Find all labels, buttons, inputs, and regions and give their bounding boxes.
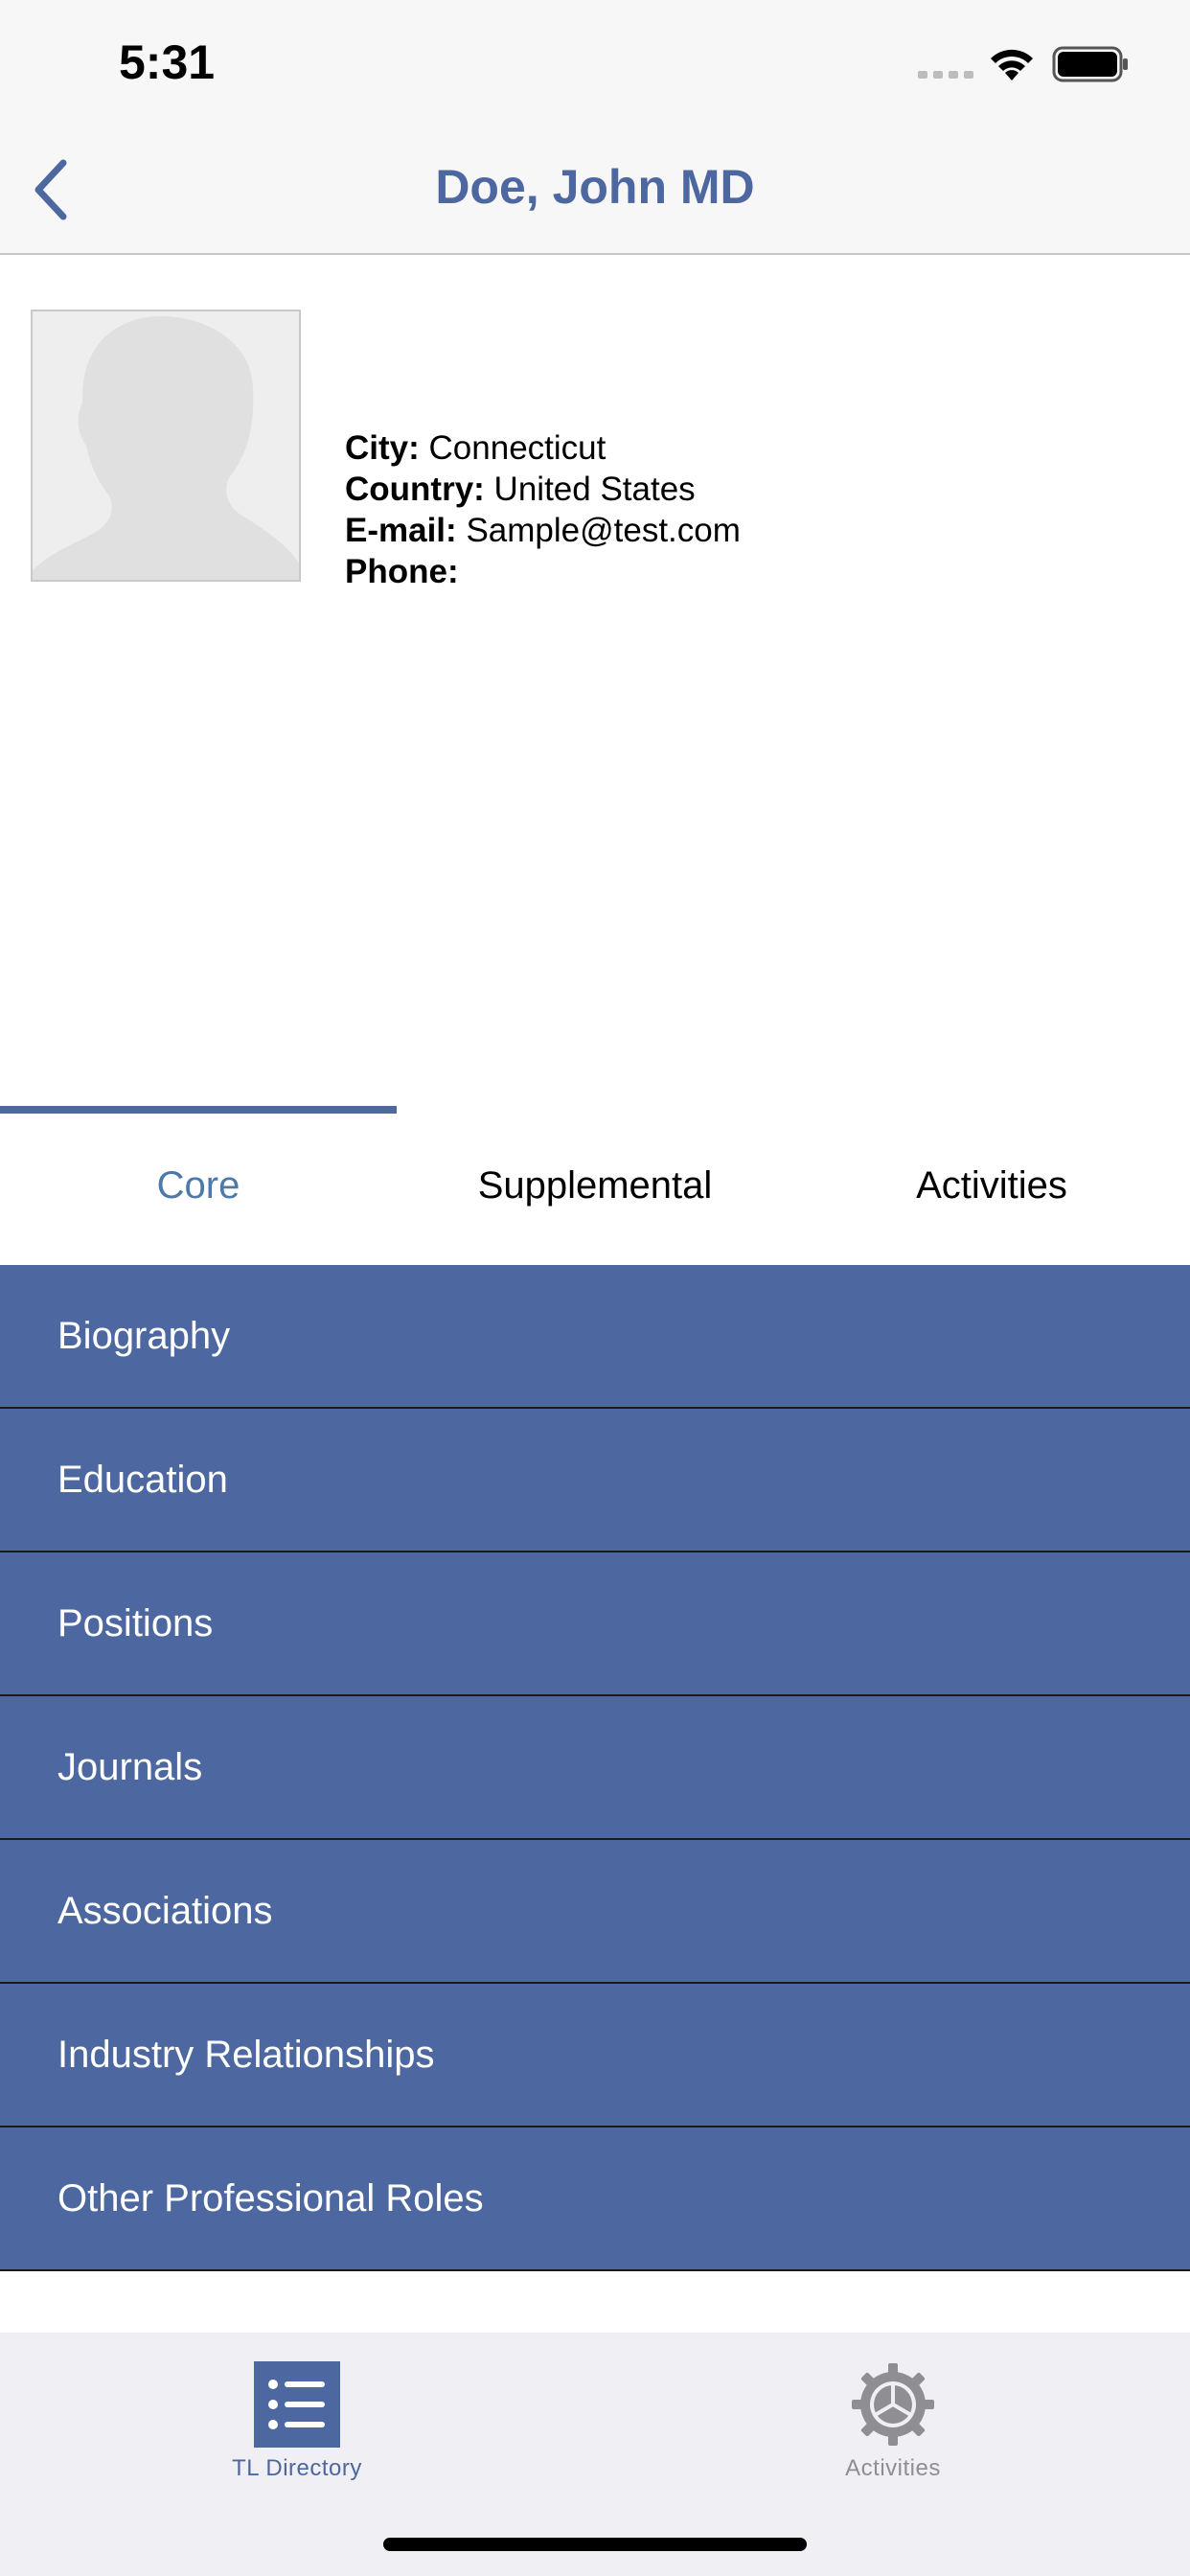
section-positions[interactable]: Positions	[0, 1552, 1190, 1696]
status-bar: 5:31	[0, 0, 1190, 126]
page-title: Doe, John MD	[435, 160, 755, 214]
field-label: Phone:	[345, 553, 459, 590]
field-value: United States	[493, 471, 696, 508]
section-list: Biography Education Positions Journals A…	[0, 1265, 1190, 2271]
battery-icon	[1052, 46, 1128, 82]
bottom-tab-bar: TL Directory Activities	[0, 2333, 1190, 2576]
cellular-signal-icon	[918, 71, 973, 79]
profile-city: City: Connecticut	[345, 427, 741, 469]
avatar	[31, 310, 301, 582]
section-other-professional-roles[interactable]: Other Professional Roles	[0, 2128, 1190, 2271]
bottom-tab-tl-directory[interactable]: TL Directory	[153, 2346, 441, 2490]
person-silhouette-icon	[33, 316, 299, 580]
profile-country: Country: United States	[345, 469, 741, 510]
wifi-icon	[991, 49, 1033, 80]
tab-core[interactable]: Core	[0, 1106, 397, 1265]
field-label: Country:	[345, 471, 485, 508]
section-education[interactable]: Education	[0, 1409, 1190, 1552]
field-label: E-mail:	[345, 512, 457, 549]
section-associations[interactable]: Associations	[0, 1840, 1190, 1984]
field-value[interactable]: Sample@test.com	[466, 512, 740, 549]
navigation-bar: Doe, John MD	[0, 126, 1190, 255]
profile-phone: Phone:	[345, 551, 741, 592]
profile-info: City: Connecticut Country: United States…	[345, 427, 741, 592]
section-industry-relationships[interactable]: Industry Relationships	[0, 1984, 1190, 2128]
section-journals[interactable]: Journals	[0, 1696, 1190, 1840]
bottom-tab-label: Activities	[845, 2455, 941, 2481]
bottom-tab-activities[interactable]: Activities	[749, 2346, 1037, 2490]
bottom-tab-label: TL Directory	[232, 2455, 362, 2481]
tab-supplemental[interactable]: Supplemental	[397, 1106, 793, 1265]
field-value: Connecticut	[428, 429, 606, 467]
gear-icon	[852, 2363, 934, 2446]
field-label: City:	[345, 429, 420, 467]
section-biography[interactable]: Biography	[0, 1265, 1190, 1409]
home-indicator	[383, 2538, 807, 2551]
tab-activities[interactable]: Activities	[793, 1106, 1190, 1265]
status-time: 5:31	[119, 35, 216, 89]
profile-email: E-mail: Sample@test.com	[345, 510, 741, 551]
tab-bar: Core Supplemental Activities	[0, 1106, 1190, 1265]
list-icon	[254, 2361, 340, 2448]
